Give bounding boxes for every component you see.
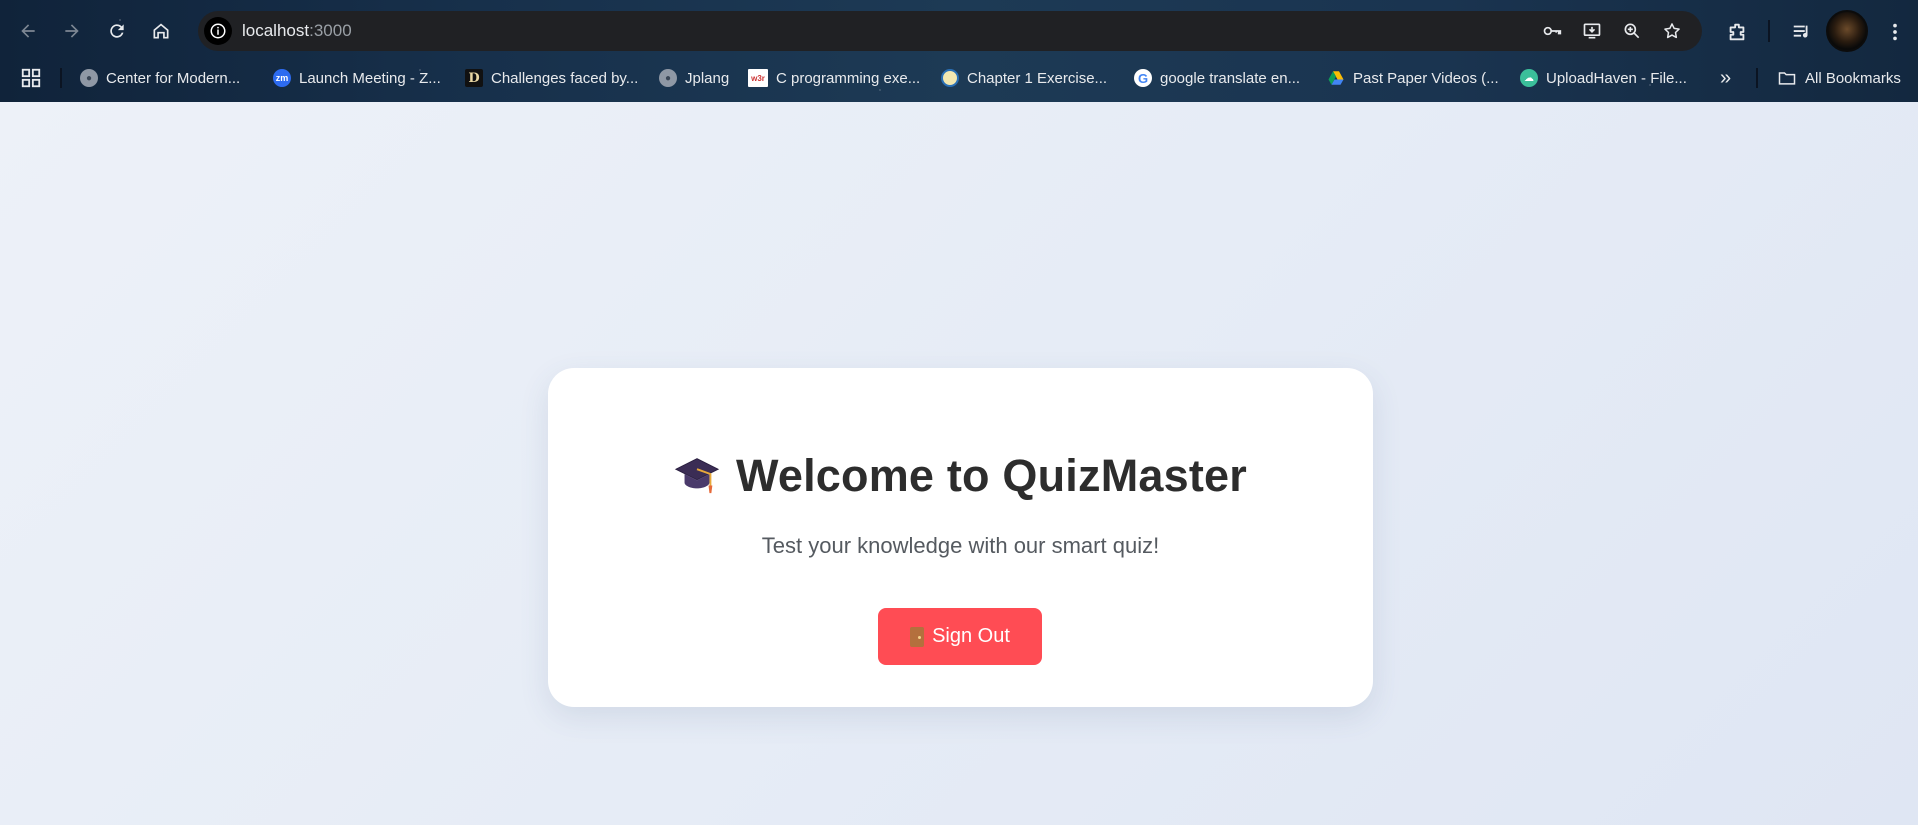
w3r-icon: w3r [748, 69, 768, 87]
bookmark-item[interactable]: w3r C programming exe... [748, 64, 920, 92]
bookmark-label: Center for Modern... [106, 69, 241, 87]
page-title: Welcome to QuizMaster [548, 450, 1373, 508]
d-logo-icon: D [465, 69, 483, 87]
menu-kebab-icon[interactable] [1880, 17, 1910, 47]
browser-chrome: localhost:3000 ● Center for Modern... zm… [0, 0, 1918, 102]
bookmark-label: Past Paper Videos (... [1353, 69, 1499, 87]
bookmark-label: C programming exe... [776, 69, 921, 87]
bookmark-item[interactable]: ● Jplang [659, 64, 729, 92]
extensions-icon[interactable] [1722, 17, 1752, 47]
bookmark-label: Jplang [685, 69, 730, 87]
page-content: Welcome to QuizMaster Test your knowledg… [0, 102, 1918, 825]
toolbar-divider [1768, 20, 1770, 42]
zoom-icon: zm [273, 69, 291, 87]
bookmark-item[interactable]: G google translate en... [1134, 64, 1300, 92]
home-icon [153, 23, 169, 39]
bookmark-item[interactable]: ● Center for Modern... [80, 64, 240, 92]
cloud-icon: ☁ [1520, 69, 1538, 87]
profile-avatar[interactable] [1826, 10, 1868, 52]
bookmark-label: Challenges faced by... [491, 69, 639, 87]
bookmark-label: UploadHaven - File... [1546, 69, 1687, 87]
welcome-card: Welcome to QuizMaster Test your knowledg… [548, 368, 1373, 707]
url-text[interactable]: localhost:3000 [242, 21, 352, 41]
bookmark-item[interactable]: ☁ UploadHaven - File... [1520, 64, 1687, 92]
bookmark-label: Chapter 1 Exercise... [967, 69, 1108, 87]
bookmark-star-icon[interactable] [1660, 19, 1684, 43]
reload-button[interactable] [101, 15, 133, 47]
apps-grid-icon [21, 68, 41, 88]
reload-icon [110, 24, 124, 38]
sign-out-label: Sign Out [932, 625, 1010, 647]
bookmarks-divider [1756, 68, 1758, 88]
bookmark-label: Launch Meeting - Z... [299, 69, 441, 87]
forward-button[interactable] [56, 15, 88, 47]
bookmark-item[interactable]: zm Launch Meeting - Z... [273, 64, 441, 92]
bookmark-item[interactable]: Past Paper Videos (... [1327, 64, 1499, 92]
bookmark-label: google translate en... [1160, 69, 1301, 87]
password-key-icon[interactable] [1540, 19, 1564, 43]
chapter-icon [941, 69, 959, 87]
url-host: localhost [242, 21, 310, 40]
page-subtitle: Test your knowledge with our smart quiz! [761, 533, 1160, 558]
toolbar: localhost:3000 [0, 8, 1918, 54]
address-bar[interactable]: localhost:3000 [198, 11, 1702, 51]
arrow-left-icon [21, 24, 35, 38]
site-info-icon[interactable] [204, 17, 232, 45]
all-bookmarks-button[interactable]: All Bookmarks [1777, 64, 1901, 92]
door-icon [910, 626, 925, 647]
bookmarks-bar: ● Center for Modern... zm Launch Meeting… [0, 62, 1918, 94]
google-drive-icon [1327, 69, 1345, 87]
globe-icon: ● [80, 69, 98, 87]
url-port: :3000 [309, 21, 352, 40]
more-bookmarks-button[interactable]: » [1720, 64, 1731, 92]
bookmark-item[interactable]: Chapter 1 Exercise... [941, 64, 1107, 92]
back-button[interactable] [12, 15, 44, 47]
folder-icon [1778, 72, 1796, 85]
home-button[interactable] [145, 15, 177, 47]
title-text: Welcome to QuizMaster [736, 450, 1247, 501]
google-icon: G [1134, 69, 1152, 87]
media-queue-icon[interactable] [1787, 17, 1817, 47]
arrow-right-icon [65, 24, 79, 38]
zoom-icon[interactable] [1620, 19, 1644, 43]
graduation-cap-icon [674, 451, 720, 508]
sign-out-button[interactable]: Sign Out [878, 608, 1042, 665]
all-bookmarks-label: All Bookmarks [1805, 69, 1901, 87]
bookmarks-divider [60, 68, 62, 88]
bookmark-item[interactable]: D Challenges faced by... [465, 64, 638, 92]
install-app-icon[interactable] [1580, 19, 1604, 43]
globe-icon: ● [659, 69, 677, 87]
apps-button[interactable] [20, 64, 42, 92]
